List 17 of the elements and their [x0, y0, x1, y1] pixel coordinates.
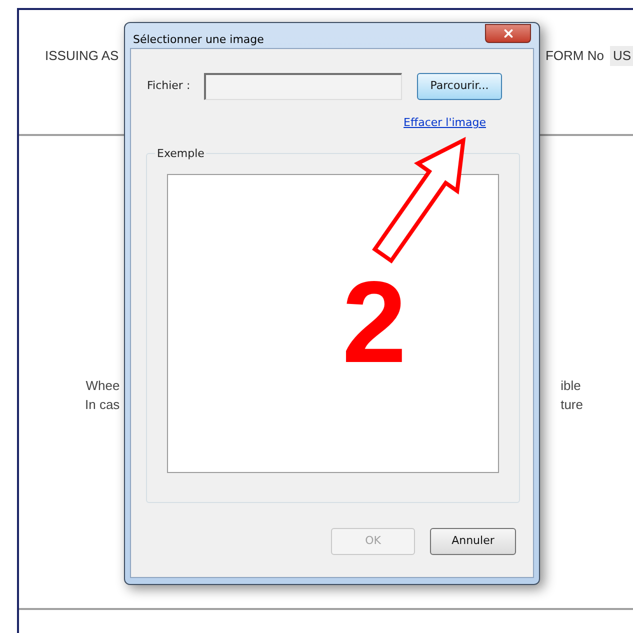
- step-number: 2: [342, 264, 407, 380]
- body-text: Whee: [86, 377, 120, 395]
- body-text: In cas: [85, 396, 120, 414]
- close-button[interactable]: [485, 24, 531, 43]
- body-text: ture: [560, 396, 583, 414]
- clear-image-link[interactable]: Effacer l'image: [404, 115, 486, 132]
- header-label: ISSUING AS: [45, 47, 119, 65]
- group-label: Exemple: [155, 146, 206, 162]
- close-icon: [502, 27, 514, 40]
- cancel-button[interactable]: Annuler: [430, 528, 516, 554]
- body-text: ible: [560, 377, 581, 395]
- browse-button[interactable]: Parcourir...: [417, 73, 502, 100]
- file-label: Fichier :: [147, 78, 192, 94]
- file-field[interactable]: [204, 73, 402, 100]
- form-number-label: FORM No: [545, 47, 604, 65]
- form-number-value: US: [610, 46, 633, 66]
- window-title: Sélectionner une image: [133, 32, 264, 48]
